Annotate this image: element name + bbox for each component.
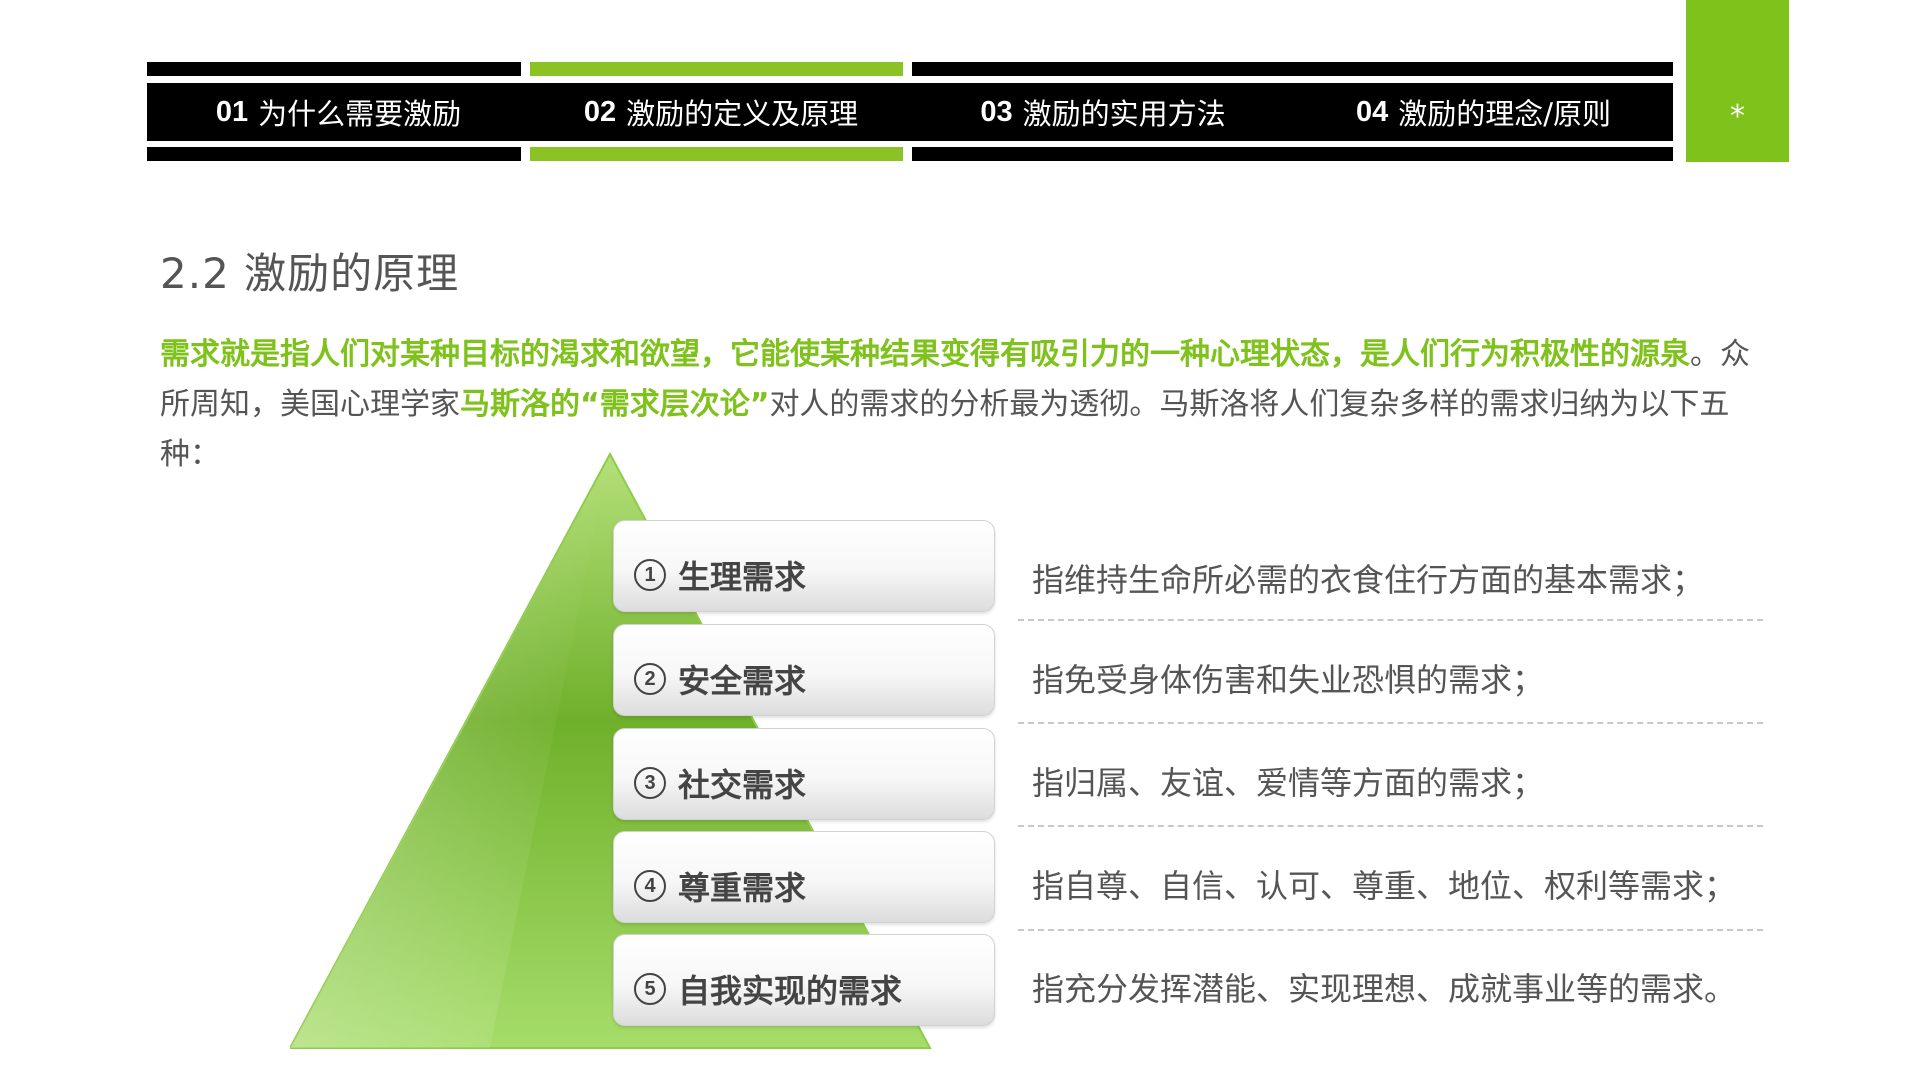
nav-corner-block: * [1686, 0, 1789, 162]
level-box-5: 5 自我实现的需求 [613, 934, 995, 1026]
nav-tab-04[interactable]: 04 激励的理念/原则 [1294, 83, 1673, 141]
nav-tab-label: 激励的理念/原则 [1398, 97, 1612, 131]
intro-highlight-definition: 需求就是指人们对某种目标的渴求和欲望，它能使某种结果变得有吸引力的一种心理状态，… [160, 337, 1690, 372]
nav-tab-label: 激励的定义及原理 [626, 97, 859, 131]
nav-stripe-segment [912, 147, 1673, 161]
level-number: 5 [634, 973, 666, 1005]
nav-stripe-segment [147, 62, 521, 76]
level-box-4: 4 尊重需求 [613, 831, 995, 923]
level-label: 安全需求 [678, 662, 807, 700]
level-box-2: 2 安全需求 [613, 624, 995, 716]
level-description-5: 指充分发挥潜能、实现理想、成就事业等的需求。 [1032, 970, 1737, 1008]
level-number: 3 [634, 767, 666, 799]
level-number: 2 [634, 663, 666, 695]
nav-stripe-segment [147, 147, 521, 161]
level-box-3: 3 社交需求 [613, 728, 995, 820]
dashed-divider [1018, 825, 1763, 827]
dashed-divider [1018, 619, 1763, 621]
section-title: 2.2 激励的原理 [160, 249, 460, 298]
level-number: 1 [634, 559, 666, 591]
nav-bottom-stripe [147, 147, 1673, 161]
nav-top-stripe [147, 62, 1673, 76]
nav-tab-02[interactable]: 02 激励的定义及原理 [530, 83, 912, 141]
level-box-1: 1 生理需求 [613, 520, 995, 612]
level-number: 4 [634, 870, 666, 902]
level-label: 生理需求 [678, 558, 807, 596]
top-nav: 01 为什么需要激励 02 激励的定义及原理 03 激励的实用方法 04 激励的… [147, 83, 1673, 141]
intro-highlight-theory: 马斯洛的“需求层次论” [460, 387, 770, 422]
level-description-1: 指维持生命所必需的衣食住行方面的基本需求； [1032, 561, 1705, 599]
level-description-4: 指自尊、自信、认可、尊重、地位、权利等需求； [1032, 867, 1737, 905]
nav-tab-03[interactable]: 03 激励的实用方法 [912, 83, 1294, 141]
level-label: 社交需求 [678, 766, 807, 804]
level-label: 自我实现的需求 [678, 972, 903, 1010]
level-description-2: 指免受身体伤害和失业恐惧的需求； [1032, 661, 1545, 699]
nav-stripe-segment-active [530, 62, 903, 76]
nav-tab-01[interactable]: 01 为什么需要激励 [147, 83, 530, 141]
level-description-3: 指归属、友谊、爱情等方面的需求； [1032, 764, 1545, 802]
dashed-divider [1018, 722, 1763, 724]
nav-tab-label: 激励的实用方法 [1022, 97, 1226, 131]
level-label: 尊重需求 [678, 869, 807, 907]
nav-tab-label: 为什么需要激励 [258, 97, 462, 131]
nav-stripe-segment [912, 62, 1673, 76]
asterisk-icon: * [1730, 99, 1745, 134]
dashed-divider [1018, 929, 1763, 931]
nav-stripe-segment-active [530, 147, 903, 161]
